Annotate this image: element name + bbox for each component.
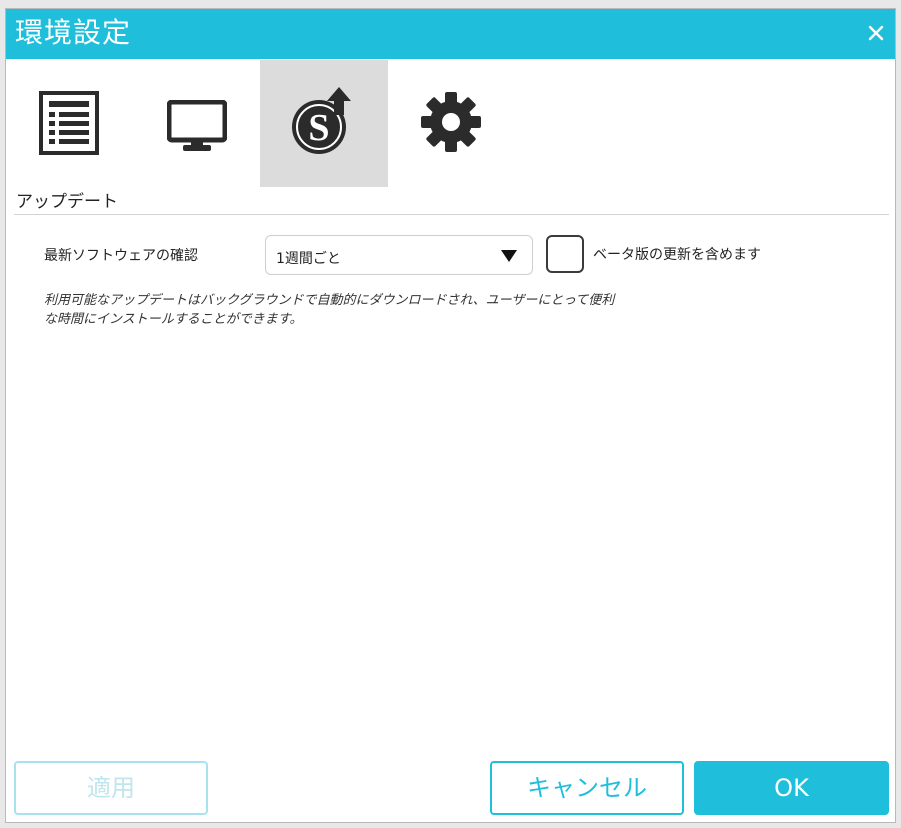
section-divider	[14, 214, 889, 215]
monitor-icon	[167, 100, 227, 151]
update-frequency-dropdown[interactable]: 1週間ごと	[265, 235, 533, 275]
apply-button[interactable]: 適用	[14, 761, 208, 815]
beta-updates-checkbox[interactable]	[546, 235, 584, 273]
section-title: アップデート	[16, 192, 118, 212]
window-title: 環境設定	[15, 16, 132, 49]
description-line-1: 利用可能なアップデートはバックグラウンドで自動的にダウンロードされ、ユーザーにと…	[44, 293, 615, 308]
preferences-window: 環境設定 S アップデート 最新ソフトウェアの確認 1週間ごと ベータ版の更新を…	[5, 8, 896, 823]
list-icon	[39, 91, 99, 155]
cancel-button[interactable]: キャンセル	[490, 761, 684, 815]
tab-software-update[interactable]: S	[260, 60, 388, 187]
tab-display[interactable]	[132, 60, 260, 187]
description-line-2: な時間にインストールすることができます。	[44, 312, 303, 327]
close-icon	[868, 25, 884, 41]
gear-icon	[421, 92, 481, 152]
software-update-icon: S	[292, 87, 351, 154]
update-frequency-value: 1週間ごと	[276, 251, 341, 267]
close-button[interactable]	[863, 20, 889, 46]
tab-general[interactable]	[6, 60, 134, 187]
title-bar: 環境設定	[6, 9, 895, 59]
update-check-label: 最新ソフトウェアの確認	[44, 248, 198, 264]
ok-button[interactable]: OK	[694, 761, 889, 815]
tab-settings[interactable]	[388, 60, 516, 187]
update-description: 利用可能なアップデートはバックグラウンドで自動的にダウンロードされ、ユーザーにと…	[44, 291, 684, 329]
svg-text:S: S	[308, 107, 329, 149]
beta-updates-label: ベータ版の更新を含めます	[593, 247, 761, 263]
chevron-down-icon	[501, 250, 517, 262]
